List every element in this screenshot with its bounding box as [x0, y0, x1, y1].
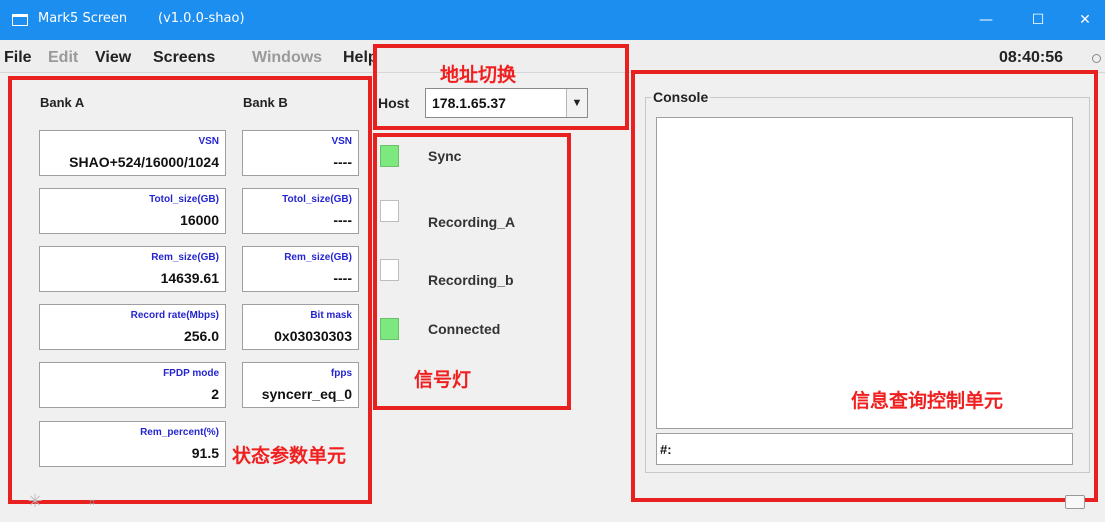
signal-lights-box: [373, 133, 571, 410]
app-window-icon: [12, 14, 28, 26]
address-switch-box: [373, 44, 629, 130]
clock-display: 08:40:56: [999, 49, 1064, 66]
menu-file[interactable]: File: [4, 49, 32, 67]
info-query-box: [631, 70, 1098, 502]
address-switch-annotation: 地址切换: [440, 64, 517, 86]
status-params-annotation: 状态参数单元: [232, 445, 347, 467]
signal-lights-annotation: 信号灯: [414, 369, 472, 391]
status-params-box: [8, 76, 372, 504]
close-button[interactable]: ✕: [1062, 0, 1105, 40]
minimize-button[interactable]: —: [963, 0, 1009, 40]
title-bar: Mark5 Screen (v1.0.0-shao) — ☐ ✕: [0, 0, 1105, 40]
info-query-annotation: 信息查询控制单元: [851, 390, 1004, 412]
spinner-icon: ✳: [27, 491, 43, 511]
pin-icon: ⌗: [89, 497, 96, 509]
menu-windows[interactable]: Windows: [252, 49, 322, 67]
notification-icon[interactable]: [1065, 495, 1085, 509]
menu-screens[interactable]: Screens: [153, 49, 215, 67]
menu-view[interactable]: View: [95, 49, 131, 67]
window-title: Mark5 Screen: [38, 11, 128, 26]
maximize-button[interactable]: ☐: [1015, 0, 1061, 40]
clock-icon: [1092, 54, 1101, 63]
menu-edit[interactable]: Edit: [48, 49, 78, 67]
window-version: (v1.0.0-shao): [158, 11, 245, 26]
